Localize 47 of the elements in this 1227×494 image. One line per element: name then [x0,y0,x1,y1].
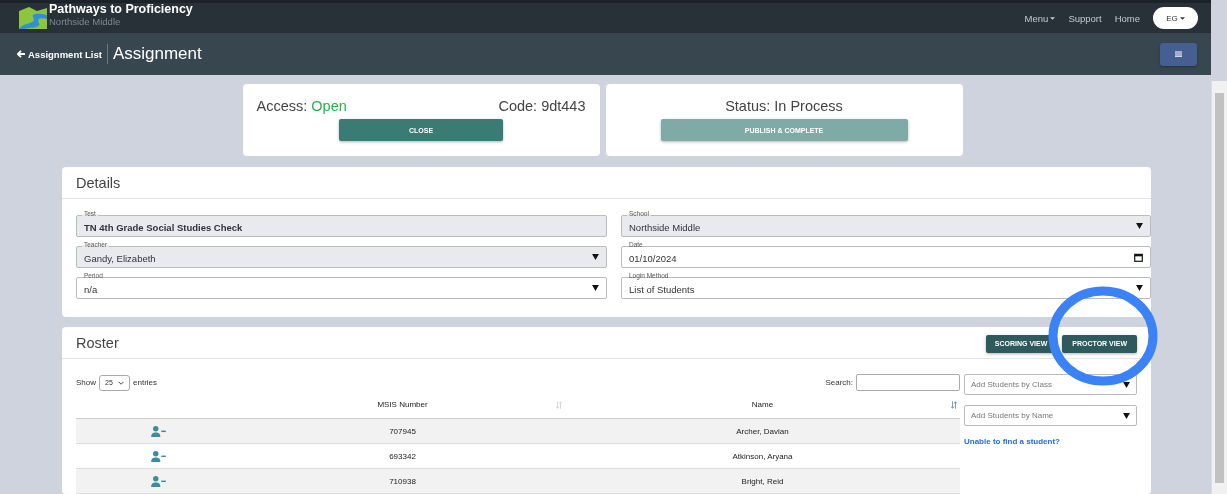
menu-icon [1175,51,1182,58]
caret-icon [1123,381,1130,388]
add-by-class-select[interactable]: Add Students by Class [964,374,1137,395]
remove-user-icon[interactable] [150,450,166,462]
nav-link[interactable]: Menu [1024,12,1056,24]
page-title: Assignment [112,44,202,65]
search-field[interactable] [856,374,960,391]
caret-icon [1136,223,1143,229]
table-cell: Bright, Reid [741,476,784,486]
help-link[interactable]: Unable to find a student? [964,437,1137,446]
table-cell: 693342 [389,451,416,461]
menu-button[interactable] [1160,42,1197,66]
table-cell: Archer, Davian [736,426,789,436]
nav-link[interactable]: Home [1114,12,1140,24]
status-text: Status: In Process [725,98,843,114]
table-cell: 710938 [389,476,416,486]
remove-user-icon[interactable] [150,425,166,437]
remove-user-icon[interactable] [150,475,166,487]
search-label: Search: [825,378,853,387]
caret-icon [1050,16,1056,20]
column-header[interactable]: Name [751,400,774,409]
caret-icon [1123,412,1130,419]
column-header[interactable]: MSIS Number [377,400,428,409]
section-title: Roster [76,334,119,351]
nav-link[interactable]: Support [1068,12,1102,24]
calendar-icon [1134,252,1143,262]
user-menu-button[interactable]: EG [1153,7,1198,30]
app-title: Pathways to Proficiency [49,3,193,17]
arrow-left-icon [17,50,25,59]
back-link[interactable]: Assignment List [17,48,102,60]
access-status: Access: Open [256,98,347,114]
table-cell: 707945 [389,426,416,436]
caret-icon [1179,16,1185,20]
logo-icon [19,7,47,30]
sort-icon[interactable] [951,401,957,409]
chevron-icon [117,380,124,385]
entries-label: entries [133,378,158,387]
caret-icon [592,285,599,291]
section-title: Details [76,174,121,191]
caret-icon [592,254,599,260]
scrollbar-thumb[interactable] [1215,93,1224,483]
show-label: Show [76,378,96,387]
add-by-name-select[interactable]: Add Students by Name [964,405,1137,426]
caret-icon [1136,285,1143,291]
table-cell: Atkinson, Aryana [732,451,793,461]
access-code: Code: 9dt443 [498,98,586,114]
school-name: Northside Middle [49,16,122,28]
